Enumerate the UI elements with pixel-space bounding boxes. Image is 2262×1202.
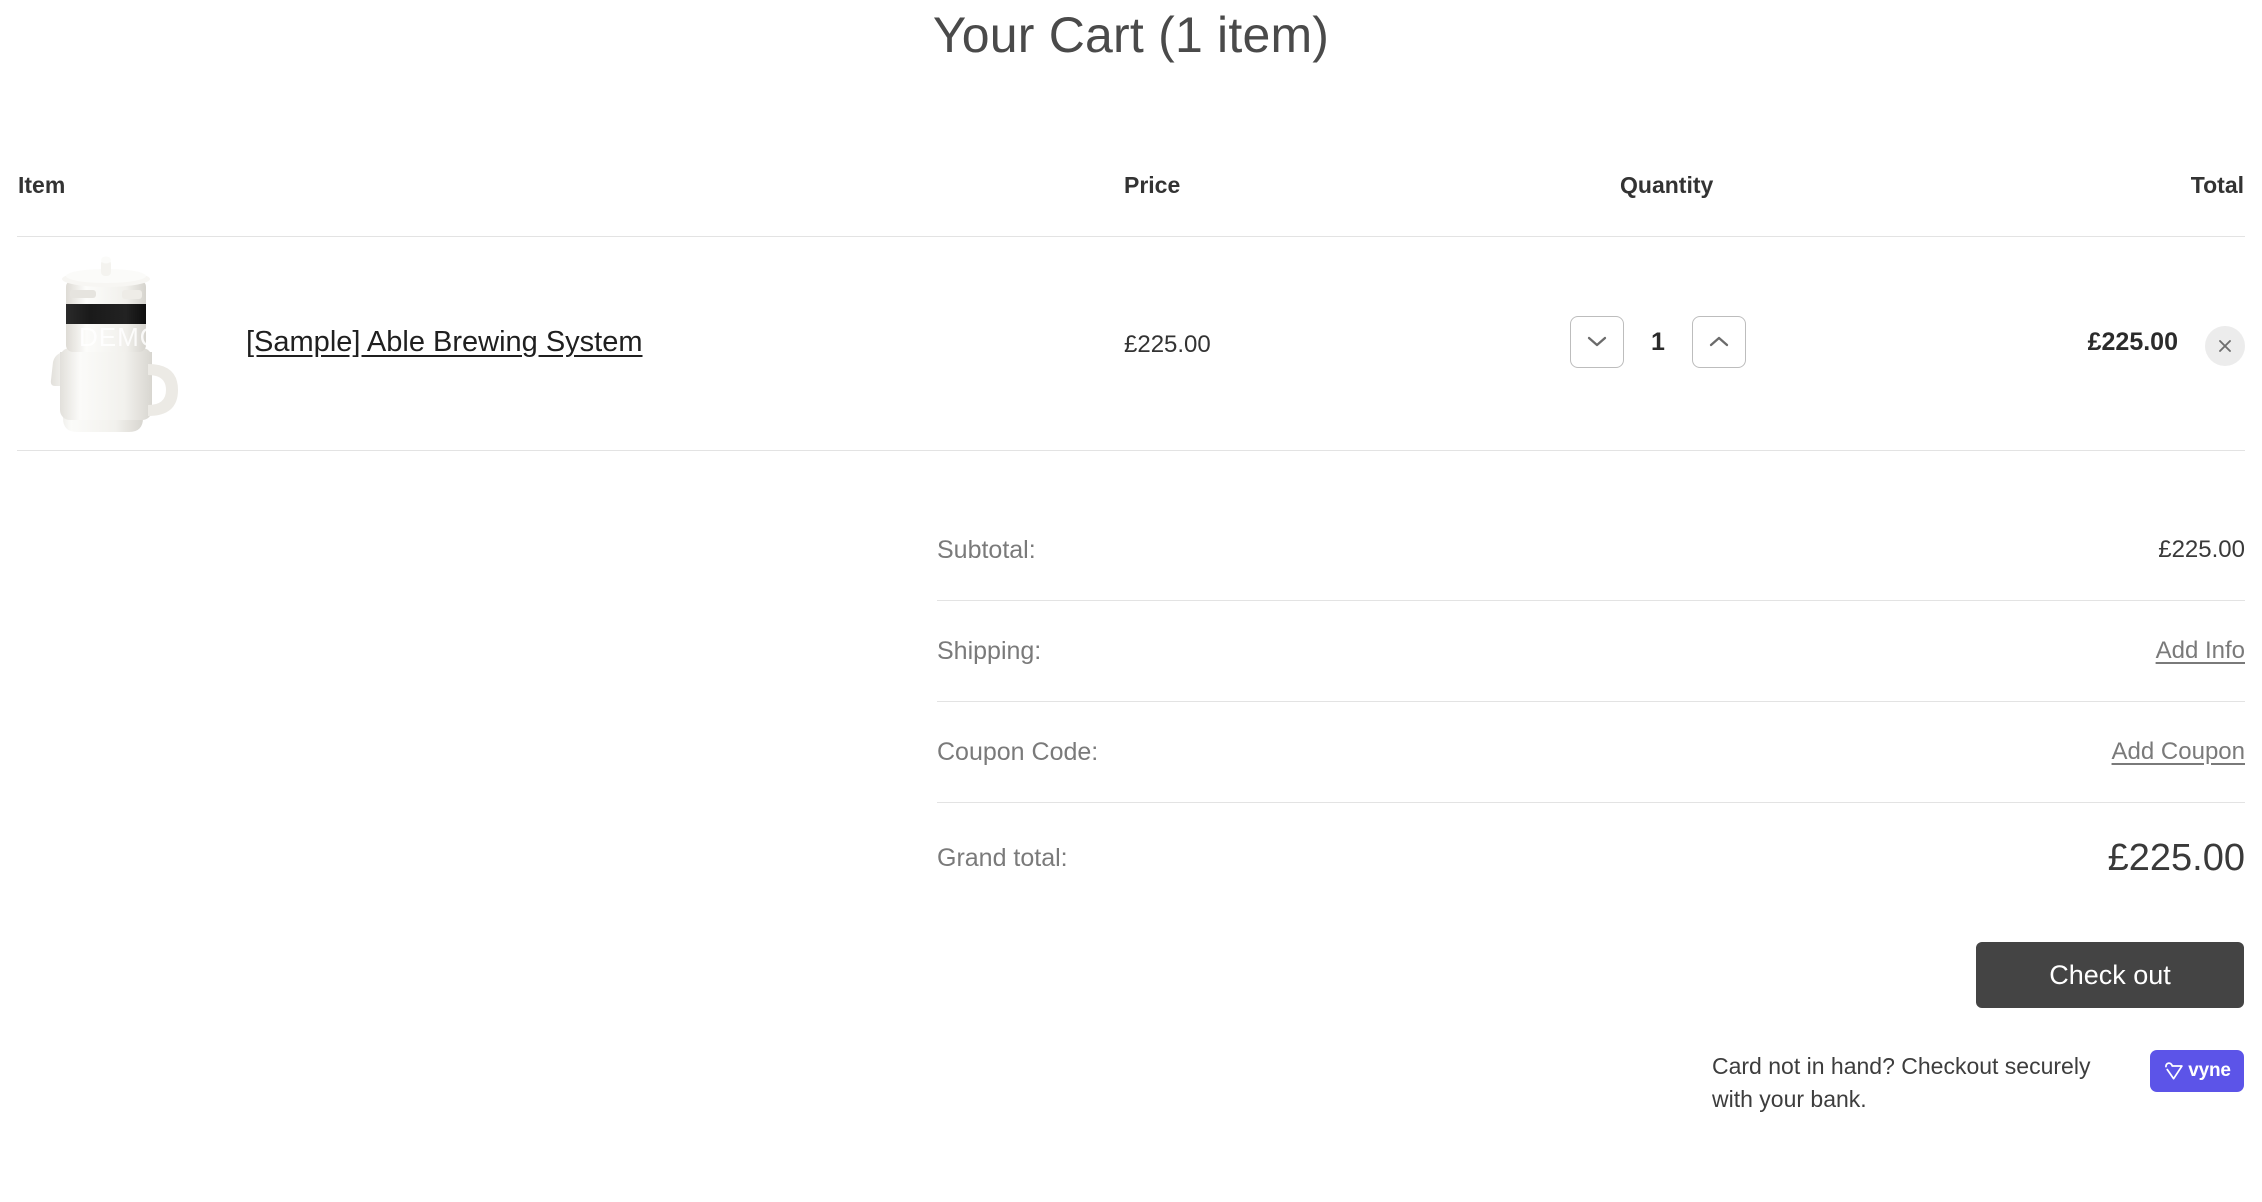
remove-item-button[interactable] xyxy=(2205,326,2245,366)
order-summary: Subtotal: £225.00 Shipping: Add Info Cou… xyxy=(937,500,2245,913)
vyne-payment-option: Card not in hand? Checkout securely with… xyxy=(1712,1050,2244,1117)
subtotal-label: Subtotal: xyxy=(937,535,1036,564)
item-row-divider xyxy=(17,450,2245,451)
add-shipping-info-link[interactable]: Add Info xyxy=(2156,637,2245,665)
cart-table-header: Item Price Quantity Total xyxy=(0,172,2262,212)
shipping-label: Shipping: xyxy=(937,636,1042,665)
product-thumbnail[interactable]: DEMO xyxy=(40,248,200,438)
vyne-logo-icon xyxy=(2165,1062,2183,1080)
column-header-quantity: Quantity xyxy=(1620,172,1714,198)
cell-price: £225.00 xyxy=(1124,331,1211,358)
page-title: Your Cart (1 item) xyxy=(932,7,1330,63)
coupon-label: Coupon Code: xyxy=(937,737,1099,766)
quantity-value[interactable]: 1 xyxy=(1642,328,1674,357)
column-header-total: Total xyxy=(2190,172,2244,198)
cart-page: Your Cart (1 item) Item Price Quantity T… xyxy=(0,0,2262,1202)
add-coupon-link[interactable]: Add Coupon xyxy=(2112,738,2245,766)
product-name-link[interactable]: [Sample] Able Brewing System xyxy=(246,326,643,359)
grand-total-label: Grand total: xyxy=(937,843,1068,872)
table-row: DEMO [Sample] Able Brewing System £225.0… xyxy=(0,236,2262,450)
quantity-decrease-button[interactable] xyxy=(1570,316,1624,368)
vyne-pay-button[interactable]: vyne xyxy=(2150,1050,2244,1092)
brewing-system-image: DEMO xyxy=(50,256,178,432)
chevron-up-icon xyxy=(1709,336,1729,347)
cell-total: £225.00 xyxy=(2087,328,2178,356)
column-header-price: Price xyxy=(1124,172,1181,198)
checkout-button[interactable]: Check out xyxy=(1976,942,2244,1008)
column-header-item: Item xyxy=(18,172,66,198)
summary-row-coupon: Coupon Code: Add Coupon xyxy=(937,702,2245,802)
subtotal-value: £225.00 xyxy=(2158,536,2245,563)
quantity-increase-button[interactable] xyxy=(1692,316,1746,368)
chevron-down-icon xyxy=(1587,336,1607,347)
vyne-note-text: Card not in hand? Checkout securely with… xyxy=(1712,1053,2091,1113)
summary-row-subtotal: Subtotal: £225.00 xyxy=(937,500,2245,600)
summary-row-shipping: Shipping: Add Info xyxy=(937,601,2245,701)
vyne-label: vyne xyxy=(2188,1060,2231,1081)
svg-text:DEMO: DEMO xyxy=(79,322,161,352)
close-icon xyxy=(2219,340,2231,352)
quantity-stepper: 1 xyxy=(1570,316,1746,368)
grand-total-value: £225.00 xyxy=(2107,836,2245,879)
summary-row-grand-total: Grand total: £225.00 xyxy=(937,803,2245,913)
